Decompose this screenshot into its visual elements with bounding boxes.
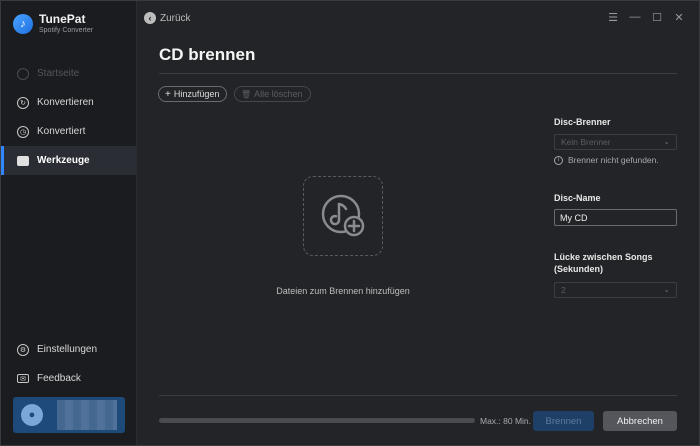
disc-name-input[interactable]	[554, 209, 677, 226]
chevron-down-icon: ⌄	[663, 137, 670, 146]
clock-icon: ◷	[17, 125, 29, 138]
sidebar-item-label: Startseite	[37, 68, 80, 79]
app-name: TunePat	[39, 12, 86, 26]
minimize-icon[interactable]: —	[624, 11, 646, 24]
menu-icon[interactable]: ☰	[602, 11, 624, 24]
capacity-progress-bar	[159, 418, 475, 423]
max-capacity-label: Max.: 80 Min.	[480, 416, 532, 426]
sidebar-item-label: Feedback	[37, 373, 81, 384]
convert-icon: ↻	[17, 96, 29, 109]
back-arrow-icon: ‹	[144, 12, 156, 24]
divider	[159, 395, 677, 396]
window-controls: ☰ — ☐ ✕	[602, 11, 690, 24]
chevron-down-icon: ⌄	[663, 285, 670, 294]
sidebar-item-label: Werkzeuge	[37, 155, 90, 166]
mail-icon: ✉	[17, 374, 29, 383]
back-label: Zurück	[160, 12, 191, 24]
burner-select[interactable]: Kein Brenner ⌄	[554, 134, 677, 150]
app-window: ♪ TunePat Spotify Converter Startseite ↻…	[0, 0, 700, 446]
gap-label: Lücke zwischen Songs (Sekunden)	[554, 252, 653, 274]
add-button[interactable]: + Hinzufügen	[158, 86, 228, 102]
sidebar-item-startseite[interactable]: Startseite	[1, 59, 136, 88]
toolbox-icon	[17, 155, 29, 166]
maximize-icon[interactable]: ☐	[646, 11, 668, 24]
brand: ♪ TunePat Spotify Converter	[13, 13, 93, 35]
sidebar-item-konvertieren[interactable]: ↻ Konvertieren	[1, 88, 136, 117]
music-add-icon	[321, 194, 365, 237]
sidebar-item-label: Konvertiert	[37, 126, 86, 137]
disc-name-label: Disc-Name	[554, 193, 601, 203]
burner-label: Disc-Brenner	[554, 117, 611, 127]
add-files-dropzone[interactable]	[303, 176, 383, 256]
gear-icon: ⚙	[17, 343, 29, 356]
sidebar-item-konvertiert[interactable]: ◷ Konvertiert	[1, 117, 136, 146]
trash-icon: 🗑	[241, 89, 252, 99]
sidebar-item-einstellungen[interactable]: ⚙ Einstellungen	[1, 335, 136, 364]
app-logo-icon: ♪	[13, 14, 33, 34]
burn-button[interactable]: Brennen	[533, 411, 594, 431]
top-bar: ‹ Zurück ☰ — ☐ ✕	[138, 1, 700, 35]
sidebar-nav: Startseite ↻ Konvertieren ◷ Konvertiert …	[1, 59, 136, 175]
user-account-card[interactable]: ●	[13, 397, 125, 433]
page-title: CD brennen	[159, 45, 256, 64]
cancel-button[interactable]: Abbrechen	[603, 411, 677, 431]
clear-all-button[interactable]: 🗑 Alle löschen	[234, 86, 311, 102]
sidebar-bottom-nav: ⚙ Einstellungen ✉ Feedback	[1, 335, 136, 393]
sidebar-item-feedback[interactable]: ✉ Feedback	[1, 364, 136, 393]
sidebar-item-werkzeuge[interactable]: Werkzeuge	[1, 146, 136, 175]
close-icon[interactable]: ✕	[668, 11, 690, 24]
sidebar: ♪ TunePat Spotify Converter Startseite ↻…	[1, 1, 137, 445]
plus-icon: +	[165, 88, 171, 100]
home-icon	[17, 67, 29, 80]
sidebar-item-label: Einstellungen	[37, 344, 98, 355]
app-subtitle: Spotify Converter	[39, 27, 94, 34]
back-button[interactable]: ‹ Zurück	[144, 12, 191, 24]
info-icon: i	[554, 155, 563, 165]
divider	[159, 73, 677, 74]
user-name-redacted	[57, 400, 117, 430]
gap-select[interactable]: 2 ⌄	[554, 282, 677, 298]
dropzone-hint: Dateien zum Brennen hinzufügen	[276, 286, 410, 296]
avatar-icon: ●	[21, 404, 43, 426]
burner-info: i Brenner nicht gefunden.	[554, 155, 659, 165]
sidebar-item-label: Konvertieren	[37, 97, 94, 108]
